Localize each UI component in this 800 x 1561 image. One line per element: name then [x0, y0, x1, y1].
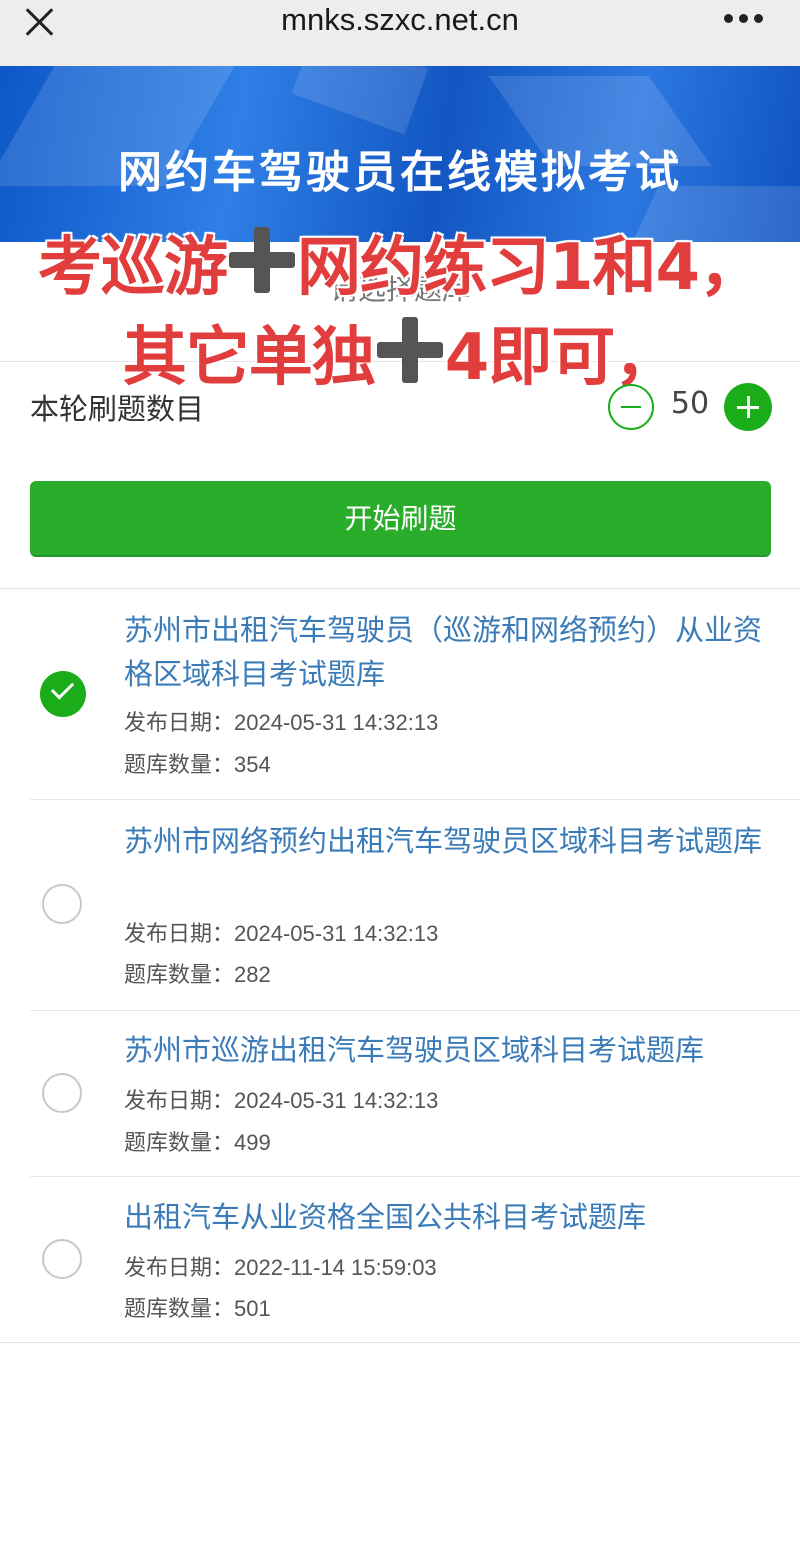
overlay-text: 其它单独	[122, 321, 376, 395]
date-value: 2024-05-31 14:32:13	[234, 921, 439, 946]
bank-item[interactable]: 苏州市网络预约出租汽车驾驶员区域科目考试题库 发布日期：2024-05-31 1…	[0, 800, 800, 1010]
divider	[0, 1342, 800, 1343]
date-label: 发布日期：	[124, 710, 235, 735]
bank-title: 出租汽车从业资格全国公共科目考试题库	[124, 1200, 647, 1234]
overlay-text: 4即可，	[444, 321, 679, 395]
radio-unchecked-icon[interactable]	[42, 1073, 82, 1113]
count-label: 题库数量：	[124, 962, 235, 987]
overlay-text: 网约练习1和4，	[296, 231, 763, 305]
bank-item[interactable]: 苏州市巡游出租汽车驾驶员区域科目考试题库 发布日期：2024-05-31 14:…	[0, 1011, 800, 1177]
bank-count: 题库数量：501	[124, 1291, 271, 1323]
plus-icon[interactable]	[724, 383, 772, 431]
more-icon[interactable]	[724, 14, 764, 24]
bank-title: 苏州市网络预约出租汽车驾驶员区域科目考试题库	[124, 824, 763, 858]
radio-unchecked-icon[interactable]	[42, 1239, 82, 1279]
bank-title: 苏州市巡游出租汽车驾驶员区域科目考试题库	[124, 1033, 705, 1067]
check-icon[interactable]	[40, 671, 86, 717]
bank-count: 题库数量：282	[124, 957, 271, 989]
date-label: 发布日期：	[124, 921, 235, 946]
date-value: 2024-05-31 14:32:13	[234, 1088, 439, 1113]
count-value: 354	[234, 752, 271, 777]
browser-top-bar: mnks.szxc.net.cn	[0, 0, 800, 66]
date-label: 发布日期：	[124, 1255, 235, 1280]
count-label: 题库数量：	[124, 1130, 235, 1155]
count-label: 题库数量：	[124, 1296, 235, 1321]
radio-unchecked-icon[interactable]	[42, 884, 82, 924]
question-count-label: 本轮刷题数目	[30, 392, 205, 426]
bank-date: 发布日期：2024-05-31 14:32:13	[124, 705, 438, 737]
date-label: 发布日期：	[124, 1088, 235, 1113]
bank-date: 发布日期：2022-11-14 15:59:03	[124, 1250, 437, 1282]
bank-item[interactable]: 出租汽车从业资格全国公共科目考试题库 发布日期：2022-11-14 15:59…	[0, 1177, 800, 1342]
minus-icon[interactable]	[608, 384, 654, 430]
count-value: 499	[234, 1130, 271, 1155]
date-value: 2024-05-31 14:32:13	[234, 710, 439, 735]
bank-date: 发布日期：2024-05-31 14:32:13	[124, 916, 438, 948]
question-count-value: 50	[670, 386, 710, 421]
count-value: 501	[234, 1296, 271, 1321]
start-practice-button[interactable]: 开始刷题	[30, 481, 771, 557]
overlay-annotation-line1: 考巡游 网约练习1和4，	[0, 216, 800, 308]
date-value: 2022-11-14 15:59:03	[234, 1255, 437, 1280]
bank-count: 题库数量：499	[124, 1125, 271, 1157]
bank-item[interactable]: 苏州市出租汽车驾驶员（巡游和网络预约）从业资格区域科目考试题库 发布日期：202…	[0, 589, 800, 799]
count-label: 题库数量：	[124, 752, 235, 777]
count-value: 282	[234, 962, 271, 987]
bank-title: 苏州市出租汽车驾驶员（巡游和网络预约）从业资格区域科目考试题库	[124, 613, 763, 691]
bank-date: 发布日期：2024-05-31 14:32:13	[124, 1083, 438, 1115]
overlay-text: 考巡游	[37, 231, 228, 305]
overlay-annotation-line2: 其它单独 4即可，	[0, 306, 800, 398]
banner-title: 网约车驾驶员在线模拟考试	[118, 147, 682, 198]
plus-emoji-icon	[227, 225, 297, 295]
page-url: mnks.szxc.net.cn	[281, 2, 519, 37]
bank-count: 题库数量：354	[124, 747, 271, 779]
plus-emoji-icon	[375, 315, 445, 385]
